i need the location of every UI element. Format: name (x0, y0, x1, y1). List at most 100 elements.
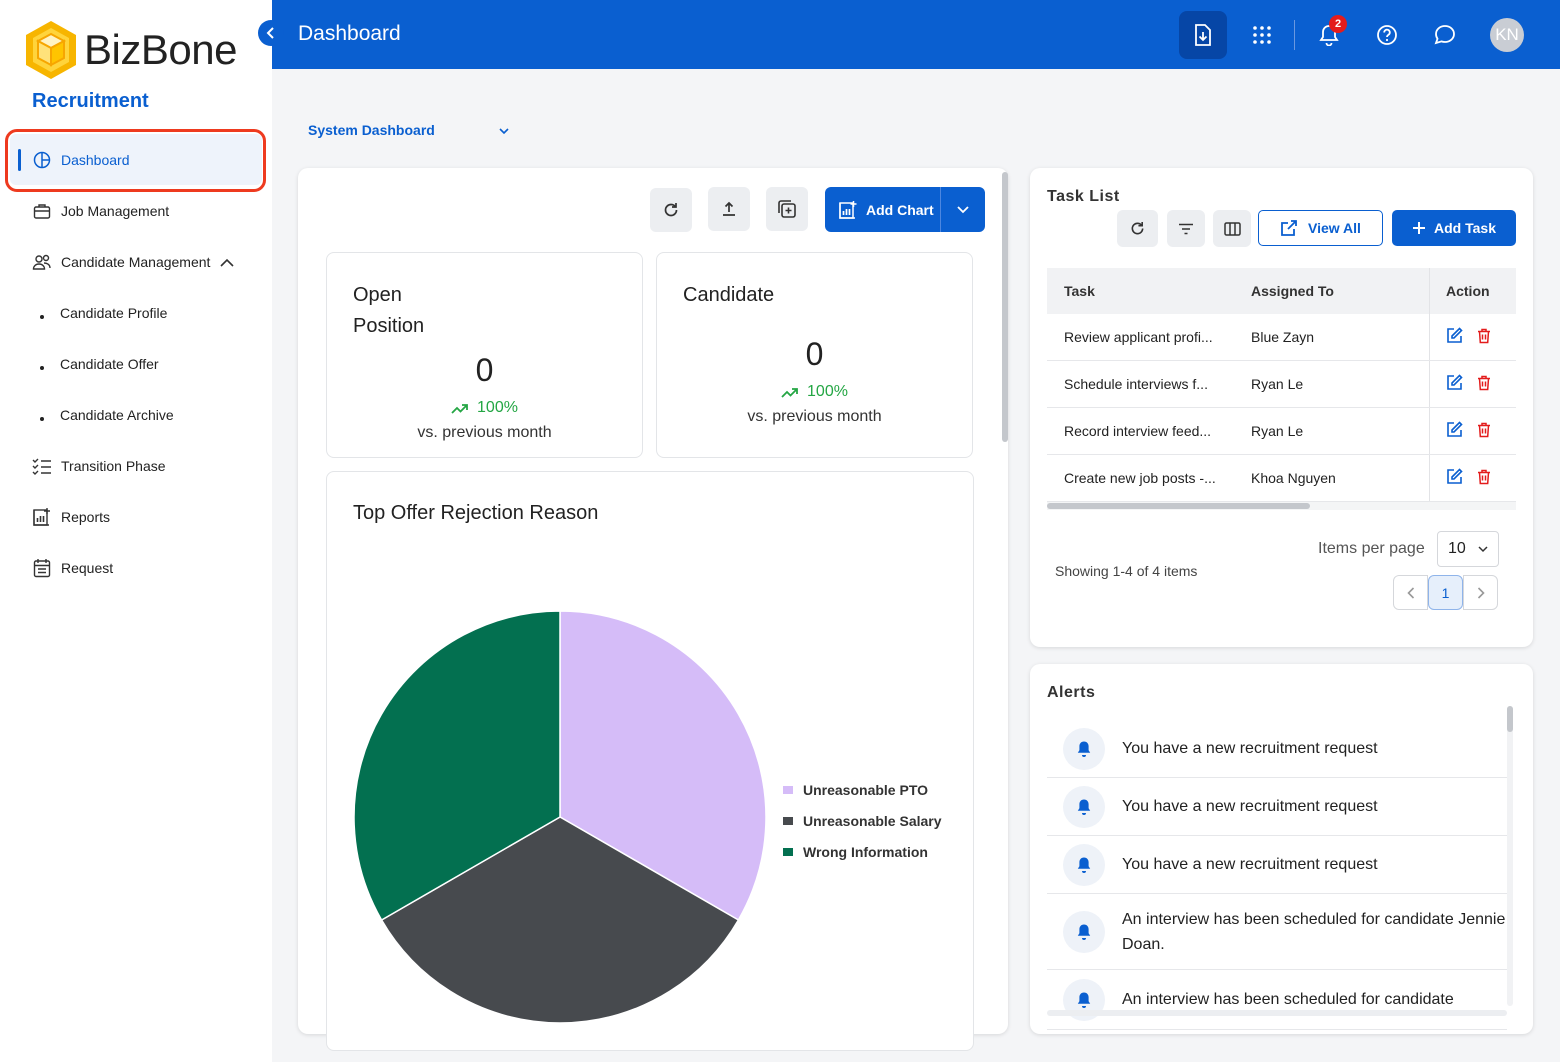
alert-item[interactable]: An interview has been scheduled for cand… (1047, 894, 1507, 970)
sidebar-item-candidate-profile[interactable]: Candidate Profile (0, 287, 272, 338)
report-icon (32, 507, 52, 527)
alert-item[interactable]: You have a new recruitment request (1047, 720, 1507, 778)
items-per-page-select[interactable]: 10 (1437, 531, 1499, 567)
legend-swatch (783, 816, 793, 825)
edit-icon[interactable] (1446, 421, 1463, 441)
stat-value: 0 (805, 336, 824, 372)
task-refresh-button[interactable] (1117, 210, 1158, 247)
column-header-assigned-to[interactable]: Assigned To (1251, 283, 1429, 299)
chat-icon (1434, 25, 1455, 45)
sidebar-collapse-button[interactable] (258, 20, 284, 46)
add-chart-button[interactable]: Add Chart (825, 187, 985, 232)
help-button[interactable] (1363, 11, 1411, 59)
apps-button[interactable] (1238, 11, 1286, 59)
add-chart-main[interactable]: Add Chart (825, 187, 941, 232)
refresh-button[interactable] (650, 188, 692, 232)
sidebar-item-candidate-archive[interactable]: Candidate Archive (0, 389, 272, 440)
download-button[interactable] (1179, 11, 1227, 59)
alert-item[interactable]: You have a new recruitment request (1047, 778, 1507, 836)
chevron-left-icon (1406, 586, 1414, 599)
task-name-cell[interactable]: Record interview feed... (1047, 423, 1251, 439)
sidebar-item-label: Candidate Archive (60, 406, 174, 423)
alerts-horizontal-scrollbar[interactable] (1047, 1010, 1507, 1016)
legend-label: Unreasonable Salary (803, 812, 942, 829)
sidebar-item-label: Candidate Profile (60, 304, 168, 321)
sidebar-item-label: Dashboard (61, 151, 130, 168)
download-file-icon (1195, 24, 1211, 46)
edit-icon[interactable] (1446, 374, 1463, 394)
add-task-button[interactable]: Add Task (1392, 210, 1516, 246)
task-name-cell[interactable]: Schedule interviews f... (1047, 376, 1251, 392)
bell-icon (1063, 843, 1105, 886)
edit-icon[interactable] (1446, 327, 1463, 347)
legend-item[interactable]: Unreasonable PTO (783, 774, 942, 805)
sidebar-item-reports[interactable]: Reports (0, 491, 272, 542)
stat-trend: 100% (327, 399, 642, 417)
legend-item[interactable]: Wrong Information (783, 836, 942, 867)
plus-icon (1413, 222, 1425, 234)
alert-item[interactable]: You have a new recruitment request (1047, 836, 1507, 894)
table-row[interactable]: Create new job posts -... Khoa Nguyen (1047, 455, 1516, 502)
briefcase-icon (32, 201, 52, 221)
pie-chart (353, 610, 767, 1024)
alerts-scrollbar[interactable] (1507, 706, 1513, 1006)
prev-page-button[interactable] (1393, 575, 1428, 610)
sidebar-item-candidate-offer[interactable]: Candidate Offer (0, 338, 272, 389)
sidebar-item-candidate-management[interactable]: Candidate Management (0, 236, 272, 287)
table-row[interactable]: Review applicant profi... Blue Zayn (1047, 314, 1516, 361)
alert-text: An interview has been scheduled for cand… (1122, 991, 1454, 1008)
user-avatar[interactable]: KN (1490, 18, 1524, 52)
chevron-down-icon (1478, 545, 1488, 552)
filter-icon (1179, 223, 1193, 234)
task-name-cell[interactable]: Create new job posts -... (1047, 470, 1251, 486)
add-chart-dropdown[interactable] (941, 205, 985, 214)
edit-icon[interactable] (1446, 468, 1463, 488)
view-all-button[interactable]: View All (1258, 210, 1383, 246)
delete-icon[interactable] (1477, 422, 1491, 441)
alert-text: An interview has been scheduled for cand… (1122, 910, 1506, 953)
page-title: Dashboard (298, 22, 401, 45)
stat-trend-value: 100% (807, 383, 848, 400)
task-list-panel: Task List View All Add Task Task Assigne… (1030, 168, 1533, 647)
legend-item[interactable]: Unreasonable Salary (783, 805, 942, 836)
external-link-icon (1281, 220, 1297, 236)
scrollbar-thumb[interactable] (1047, 503, 1310, 509)
table-row[interactable]: Schedule interviews f... Ryan Le (1047, 361, 1516, 408)
chat-button[interactable] (1421, 11, 1469, 59)
app-logo[interactable]: BizBone (22, 18, 237, 82)
assigned-to-cell: Ryan Le (1251, 376, 1304, 392)
duplicate-button[interactable] (766, 187, 808, 231)
stat-title: Open Position (353, 280, 424, 342)
alert-item[interactable]: An interview has been scheduled for cand… (1047, 970, 1507, 1030)
export-button[interactable] (708, 187, 750, 231)
next-page-button[interactable] (1463, 575, 1498, 610)
apps-grid-icon (1253, 26, 1271, 44)
stat-subtitle: vs. previous month (747, 408, 882, 425)
page-button-current[interactable]: 1 (1428, 575, 1463, 610)
sidebar-item-dashboard[interactable]: Dashboard (10, 134, 262, 185)
add-task-label: Add Task (1434, 220, 1496, 236)
column-header-task[interactable]: Task (1047, 283, 1251, 299)
sidebar-item-transition-phase[interactable]: Transition Phase (0, 440, 272, 491)
upload-icon (723, 201, 735, 216)
task-table-horizontal-scrollbar[interactable] (1047, 502, 1516, 510)
stat-card-open-position: Open Position 0 100% vs. previous month (326, 252, 643, 458)
main-panel-scrollbar[interactable] (1002, 172, 1008, 442)
task-columns-button[interactable] (1213, 210, 1251, 247)
legend-swatch (783, 847, 793, 856)
delete-icon[interactable] (1477, 469, 1491, 488)
scrollbar-thumb[interactable] (1507, 706, 1513, 732)
dashboard-selector[interactable]: System Dashboard (308, 122, 509, 138)
delete-icon[interactable] (1477, 375, 1491, 394)
sidebar-item-job-management[interactable]: Job Management (0, 185, 272, 236)
task-name-cell[interactable]: Review applicant profi... (1047, 329, 1251, 345)
chart-card-offer-rejection: Top Offer Rejection Reason Unreasonable … (326, 471, 974, 1051)
sidebar-item-request[interactable]: Request (0, 542, 272, 593)
notifications-button[interactable]: 2 (1305, 11, 1353, 59)
stat-title-line: Open (353, 284, 402, 306)
chevron-up-icon[interactable] (220, 254, 235, 270)
table-header: Task Assigned To Action (1047, 268, 1516, 314)
table-row[interactable]: Record interview feed... Ryan Le (1047, 408, 1516, 455)
delete-icon[interactable] (1477, 328, 1491, 347)
task-filter-button[interactable] (1167, 210, 1205, 247)
